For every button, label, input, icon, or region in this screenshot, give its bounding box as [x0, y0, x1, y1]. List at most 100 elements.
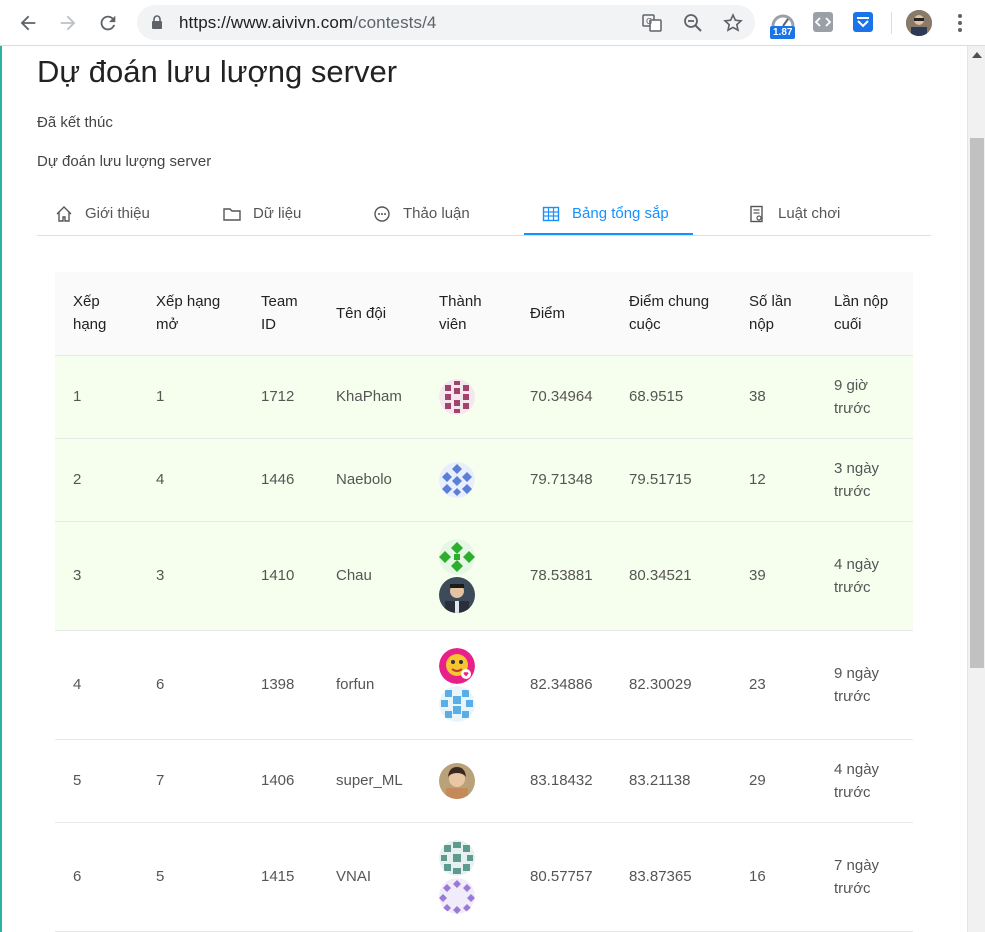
translate-icon[interactable]: G [642, 13, 662, 33]
zoom-out-icon[interactable] [683, 13, 703, 33]
members-cell [421, 438, 512, 522]
team-name-cell: Chau [318, 521, 421, 631]
scroll-up-arrow[interactable] [972, 52, 982, 58]
tab-luat-choi[interactable]: Luật chơi [748, 191, 840, 236]
col-header-team-id: Team ID [243, 272, 318, 356]
last-submission-cell: 3 ngày trước [816, 438, 913, 522]
score-cell: 82.34886 [512, 630, 611, 740]
member-avatar[interactable] [439, 576, 475, 613]
rank-cell: 6 [55, 822, 138, 932]
team-id-cell: 1446 [243, 438, 318, 522]
table-row: 1 1 1712 KhaPham 70.34964 68.9515 38 9 g… [55, 355, 913, 439]
forward-button[interactable] [53, 8, 83, 38]
team-name-cell: Naebolo [318, 438, 421, 522]
rank-cell: 1 [55, 355, 138, 439]
tab-thao-luan[interactable]: Thảo luận [373, 191, 470, 236]
open-rank-cell: 4 [138, 438, 243, 522]
member-avatar[interactable] [439, 839, 475, 876]
contest-status: Đã kết thúc [37, 114, 113, 131]
submissions-cell: 16 [731, 822, 816, 932]
pocket-extension-icon[interactable] [851, 10, 875, 34]
score-cell: 79.71348 [512, 438, 611, 522]
final-score-cell: 82.30029 [611, 630, 731, 740]
svg-text:G: G [646, 17, 652, 26]
col-header-final-score: Điểm chung cuộc [611, 272, 731, 356]
table-row: 4 6 1398 forfun 82.34886 82.30029 23 9 n… [55, 630, 913, 740]
member-avatar[interactable] [439, 378, 475, 415]
last-submission-cell: 9 giờ trước [816, 355, 913, 439]
tab-bang-tong-sap[interactable]: Bảng tổng sắp [542, 191, 669, 236]
col-header-score: Điểm [512, 272, 611, 356]
open-rank-cell: 7 [138, 739, 243, 823]
team-name-cell: forfun [318, 630, 421, 740]
final-score-cell: 83.21138 [611, 739, 731, 823]
reload-icon [100, 15, 116, 31]
browser-toolbar: https://www.aivivn.com/contests/4 G 1.87 [0, 0, 985, 46]
score-cell: 70.34964 [512, 355, 611, 439]
member-avatar[interactable] [439, 461, 475, 498]
more-vert-icon[interactable] [950, 10, 970, 36]
submissions-cell: 12 [731, 438, 816, 522]
url-path: /contests/4 [353, 13, 437, 32]
col-header-open-rank: Xếp hạng mở [138, 272, 243, 356]
member-avatar[interactable] [439, 538, 475, 575]
table-row: 2 4 1446 Naebolo 79.71348 79.51715 12 3 … [55, 438, 913, 522]
last-submission-cell: 4 ngày trước [816, 739, 913, 823]
rules-icon [750, 205, 763, 222]
active-tab-indicator [524, 233, 693, 235]
member-avatar[interactable] [439, 762, 475, 799]
members-cell [421, 630, 512, 740]
col-header-members: Thành viên [421, 272, 512, 356]
back-button[interactable] [13, 8, 43, 38]
rank-cell: 5 [55, 739, 138, 823]
tab-du-lieu[interactable]: Dữ liệu [223, 191, 301, 236]
address-bar[interactable]: https://www.aivivn.com/contests/4 G [137, 5, 755, 40]
member-avatar[interactable] [439, 685, 475, 722]
open-rank-cell: 6 [138, 630, 243, 740]
url-host: https://www.aivivn.com [179, 13, 354, 32]
members-cell [421, 739, 512, 823]
tab-label: Luật chơi [778, 205, 841, 222]
col-header-rank: Xếp hạng [55, 272, 138, 356]
chat-icon [374, 205, 390, 222]
member-avatar[interactable] [439, 647, 475, 684]
profile-avatar[interactable] [906, 10, 932, 36]
folder-icon [223, 207, 241, 221]
page-title: Dự đoán lưu lượng server [37, 54, 398, 89]
submissions-cell: 39 [731, 521, 816, 631]
open-rank-cell: 3 [138, 521, 243, 631]
member-avatar[interactable] [439, 877, 475, 914]
col-header-submissions: Số lần nộp [731, 272, 816, 356]
last-submission-cell: 4 ngày trước [816, 521, 913, 631]
arrow-right-icon [60, 15, 76, 31]
team-name-cell: VNAI [318, 822, 421, 932]
team-id-cell: 1398 [243, 630, 318, 740]
table-row: 3 3 1410 Chau 78.53881 80.34521 39 4 ngà… [55, 521, 913, 631]
url-text: https://www.aivivn.com/contests/4 [179, 13, 436, 33]
contest-tabs: Giới thiệu Dữ liệu Thảo luận Bảng tổng s… [37, 191, 931, 236]
table-row: 5 7 1406 super_ML 83.18432 83.21138 29 4… [55, 739, 913, 823]
submissions-cell: 23 [731, 630, 816, 740]
scrollbar[interactable] [967, 46, 985, 932]
col-header-team-name: Tên đội [318, 272, 421, 356]
rank-cell: 3 [55, 521, 138, 631]
final-score-cell: 79.51715 [611, 438, 731, 522]
table-icon [542, 206, 560, 221]
tab-gioi-thieu[interactable]: Giới thiệu [55, 191, 150, 236]
score-cell: 83.18432 [512, 739, 611, 823]
team-name-cell: KhaPham [318, 355, 421, 439]
leaderboard-table: Xếp hạng Xếp hạng mở Team ID Tên đội Thà… [55, 272, 913, 932]
scroll-thumb[interactable] [970, 138, 984, 668]
lock-icon [152, 15, 162, 29]
rank-cell: 2 [55, 438, 138, 522]
table-row: 6 5 1415 VNAI 80.57757 83.87365 16 7 ngà… [55, 822, 913, 932]
last-submission-cell: 7 ngày trước [816, 822, 913, 932]
toolbar-divider [891, 12, 892, 34]
reload-button[interactable] [93, 8, 123, 38]
final-score-cell: 68.9515 [611, 355, 731, 439]
home-icon [56, 205, 72, 222]
table-header-row: Xếp hạng Xếp hạng mở Team ID Tên đội Thà… [55, 272, 913, 356]
team-name-cell: super_ML [318, 739, 421, 823]
code-extension-icon[interactable] [811, 10, 835, 34]
star-icon[interactable] [723, 13, 743, 33]
